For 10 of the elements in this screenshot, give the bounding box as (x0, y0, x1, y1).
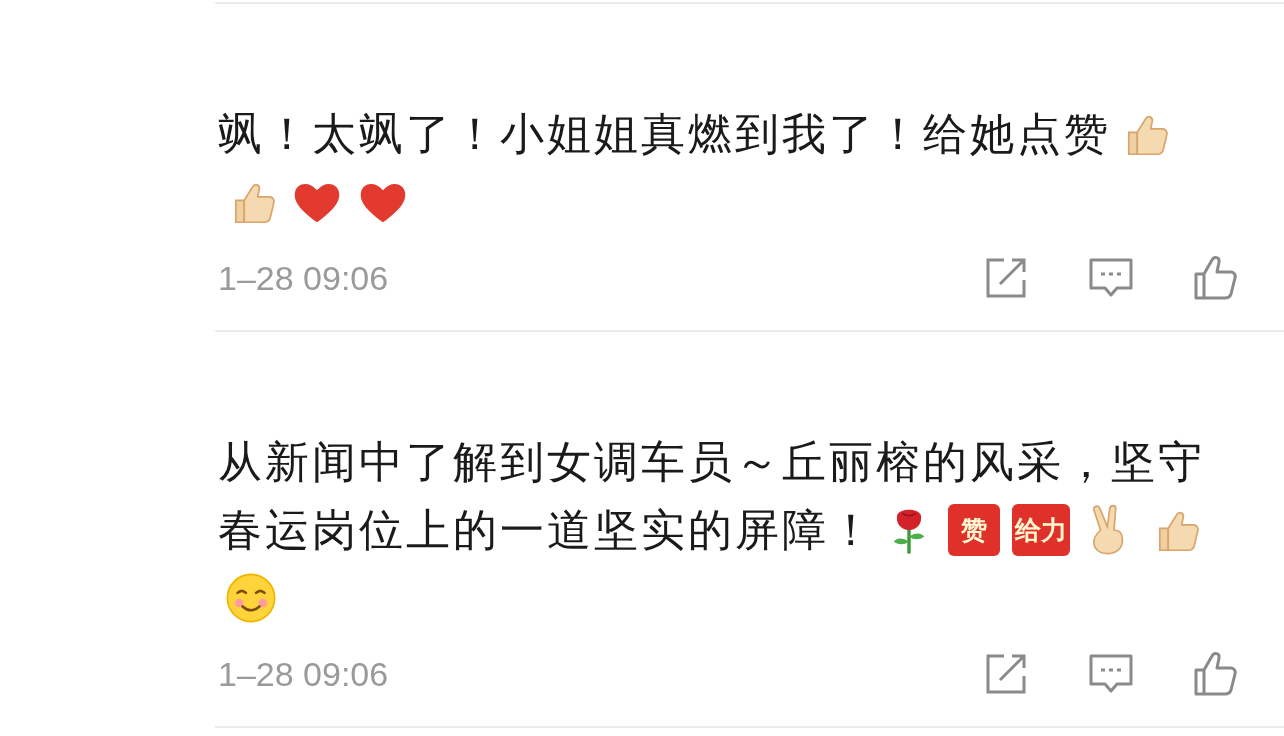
comment-text: 春运岗位上的一道坚实的屏障！ (218, 504, 876, 556)
comment-time: 1–28 09:06 (218, 258, 389, 298)
comment-text: 从新闻中了解到女调车员～丘丽榕的风采，坚守 (218, 436, 1205, 488)
text-sticker: 给力 (1012, 504, 1070, 556)
like-icon[interactable] (1192, 650, 1240, 698)
smiley-icon (224, 571, 278, 625)
comment-text: 飒！太飒了！小姐姐真燃到我了！给她点赞 (218, 108, 1111, 160)
text-sticker: 赞 (948, 504, 1000, 556)
comment-time: 1–28 09:06 (218, 654, 389, 694)
like-icon[interactable] (1192, 254, 1240, 302)
